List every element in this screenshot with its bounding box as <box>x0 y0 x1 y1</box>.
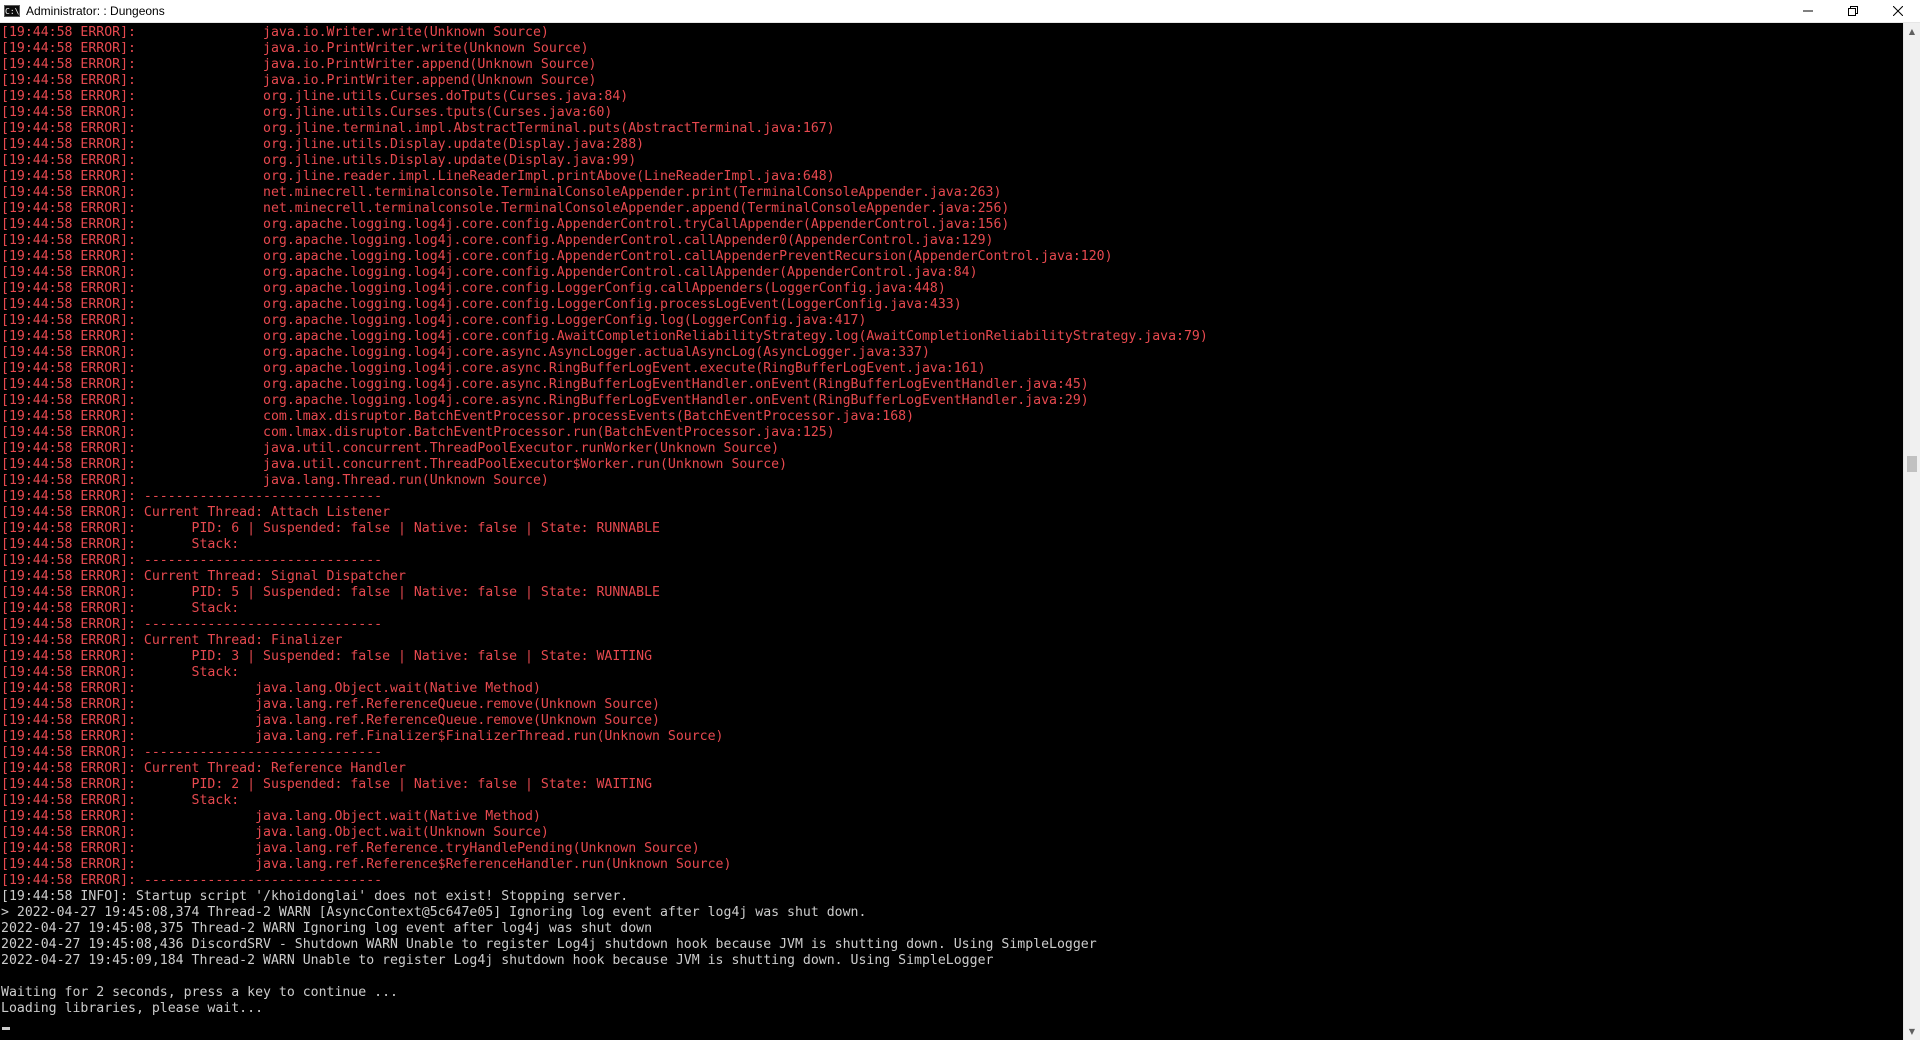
log-line-error: [19:44:58 ERROR]: org.apache.logging.log… <box>1 281 946 296</box>
log-line-error: [19:44:58 ERROR]: ----------------------… <box>1 745 383 760</box>
log-line-error: [19:44:58 ERROR]: Current Thread: Attach… <box>1 505 391 520</box>
log-line-error: [19:44:58 ERROR]: org.apache.logging.log… <box>1 329 1208 344</box>
log-line-error: [19:44:58 ERROR]: Stack: <box>1 665 240 680</box>
log-line-error: [19:44:58 ERROR]: java.lang.Thread.run(U… <box>1 473 549 488</box>
log-line-error: [19:44:58 ERROR]: org.jline.utils.Curses… <box>1 89 629 104</box>
log-line-error: [19:44:58 ERROR]: java.lang.Object.wait(… <box>1 825 549 840</box>
log-line-error: [19:44:58 ERROR]: org.jline.utils.Displa… <box>1 153 637 168</box>
scroll-up-arrow-icon[interactable]: ▲ <box>1904 23 1920 40</box>
log-line-error: [19:44:58 ERROR]: java.lang.Object.wait(… <box>1 809 541 824</box>
console-icon: C:\ <box>4 5 20 17</box>
log-line-error: [19:44:58 ERROR]: PID: 3 | Suspended: fa… <box>1 649 653 664</box>
log-line: [19:44:58 INFO]: Startup script '/khoido… <box>1 889 629 904</box>
log-line-error: [19:44:58 ERROR]: Stack: <box>1 793 240 808</box>
log-line-error: [19:44:58 ERROR]: org.jline.reader.impl.… <box>1 169 835 184</box>
log-line: 2022-04-27 19:45:08,375 Thread-2 WARN Ig… <box>1 921 653 936</box>
close-icon <box>1892 6 1903 16</box>
log-line-error: [19:44:58 ERROR]: PID: 2 | Suspended: fa… <box>1 777 653 792</box>
window-controls <box>1785 0 1920 23</box>
restore-icon <box>1847 6 1858 16</box>
prompt-line[interactable] <box>1 1017 1903 1033</box>
console-output[interactable]: [19:44:58 ERROR]: java.io.Writer.write(U… <box>0 23 1903 1040</box>
log-line-error: [19:44:58 ERROR]: Stack: <box>1 537 240 552</box>
log-line-error: [19:44:58 ERROR]: org.apache.logging.log… <box>1 265 978 280</box>
log-line-error: [19:44:58 ERROR]: com.lmax.disruptor.Bat… <box>1 425 835 440</box>
log-line-error: [19:44:58 ERROR]: org.apache.logging.log… <box>1 249 1113 264</box>
console-lines: [19:44:58 ERROR]: java.io.Writer.write(U… <box>0 23 1903 1033</box>
log-line-error: [19:44:58 ERROR]: Current Thread: Signal… <box>1 569 406 584</box>
log-line-error: [19:44:58 ERROR]: java.io.PrintWriter.ap… <box>1 73 597 88</box>
log-line-error: [19:44:58 ERROR]: Stack: <box>1 601 240 616</box>
log-line-error: [19:44:58 ERROR]: java.util.concurrent.T… <box>1 457 788 472</box>
log-line-error: [19:44:58 ERROR]: org.apache.logging.log… <box>1 393 1089 408</box>
log-line-error: [19:44:58 ERROR]: org.jline.utils.Curses… <box>1 105 613 120</box>
log-line: Loading libraries, please wait... <box>1 1001 264 1016</box>
log-line: 2022-04-27 19:45:08,436 DiscordSRV - Shu… <box>1 937 1097 952</box>
log-line-error: [19:44:58 ERROR]: ----------------------… <box>1 489 383 504</box>
log-line-error: [19:44:58 ERROR]: org.apache.logging.log… <box>1 361 986 376</box>
minimize-button[interactable] <box>1785 0 1830 23</box>
log-line-error: [19:44:58 ERROR]: java.lang.ref.Referenc… <box>1 697 660 712</box>
log-line-error: [19:44:58 ERROR]: org.jline.utils.Displa… <box>1 137 645 152</box>
log-line-error: [19:44:58 ERROR]: java.lang.Object.wait(… <box>1 681 541 696</box>
minimize-icon <box>1802 10 1813 12</box>
log-line-error: [19:44:58 ERROR]: org.apache.logging.log… <box>1 233 994 248</box>
log-line-error: [19:44:58 ERROR]: com.lmax.disruptor.Bat… <box>1 409 915 424</box>
log-line-error: [19:44:58 ERROR]: Current Thread: Refere… <box>1 761 406 776</box>
log-line-error: [19:44:58 ERROR]: org.apache.logging.log… <box>1 313 867 328</box>
log-line: 2022-04-27 19:45:09,184 Thread-2 WARN Un… <box>1 953 994 968</box>
log-line-error: [19:44:58 ERROR]: net.minecrell.terminal… <box>1 185 1002 200</box>
log-line-error: [19:44:58 ERROR]: java.lang.ref.Referenc… <box>1 841 700 856</box>
log-line-error: [19:44:58 ERROR]: org.apache.logging.log… <box>1 217 1010 232</box>
log-line-error: [19:44:58 ERROR]: org.apache.logging.log… <box>1 345 930 360</box>
log-line: Waiting for 2 seconds, press a key to co… <box>1 985 398 1000</box>
title-bar[interactable]: C:\ Administrator: : Dungeons <box>0 0 1920 23</box>
text-cursor <box>2 1027 10 1030</box>
log-line-error: [19:44:58 ERROR]: java.io.PrintWriter.ap… <box>1 57 597 72</box>
log-line-error: [19:44:58 ERROR]: net.minecrell.terminal… <box>1 201 1010 216</box>
log-line-error: [19:44:58 ERROR]: PID: 6 | Suspended: fa… <box>1 521 660 536</box>
log-line-error: [19:44:58 ERROR]: PID: 5 | Suspended: fa… <box>1 585 660 600</box>
scroll-thumb[interactable] <box>1907 456 1917 472</box>
log-line-error: [19:44:58 ERROR]: Current Thread: Finali… <box>1 633 343 648</box>
restore-button[interactable] <box>1830 0 1875 23</box>
log-line-error: [19:44:58 ERROR]: java.util.concurrent.T… <box>1 441 780 456</box>
log-line-error: [19:44:58 ERROR]: org.apache.logging.log… <box>1 377 1089 392</box>
log-line-error: [19:44:58 ERROR]: ----------------------… <box>1 617 383 632</box>
log-line-error: [19:44:58 ERROR]: java.lang.ref.Finalize… <box>1 729 724 744</box>
scroll-down-arrow-icon[interactable]: ▼ <box>1904 1023 1920 1040</box>
log-line-error: [19:44:58 ERROR]: ----------------------… <box>1 873 383 888</box>
vertical-scrollbar[interactable]: ▲ ▼ <box>1903 23 1920 1040</box>
log-line-error: [19:44:58 ERROR]: org.apache.logging.log… <box>1 297 962 312</box>
log-line-error: [19:44:58 ERROR]: java.lang.ref.Referenc… <box>1 857 732 872</box>
log-line-error: [19:44:58 ERROR]: java.io.Writer.write(U… <box>1 25 549 40</box>
log-line-error: [19:44:58 ERROR]: java.lang.ref.Referenc… <box>1 713 660 728</box>
log-line-error: [19:44:58 ERROR]: java.io.PrintWriter.wr… <box>1 41 589 56</box>
log-line-error: [19:44:58 ERROR]: ----------------------… <box>1 553 383 568</box>
close-button[interactable] <box>1875 0 1920 23</box>
log-line-error: [19:44:58 ERROR]: org.jline.terminal.imp… <box>1 121 835 136</box>
window-title: Administrator: : Dungeons <box>26 4 165 18</box>
log-line: > 2022-04-27 19:45:08,374 Thread-2 WARN … <box>1 905 867 920</box>
